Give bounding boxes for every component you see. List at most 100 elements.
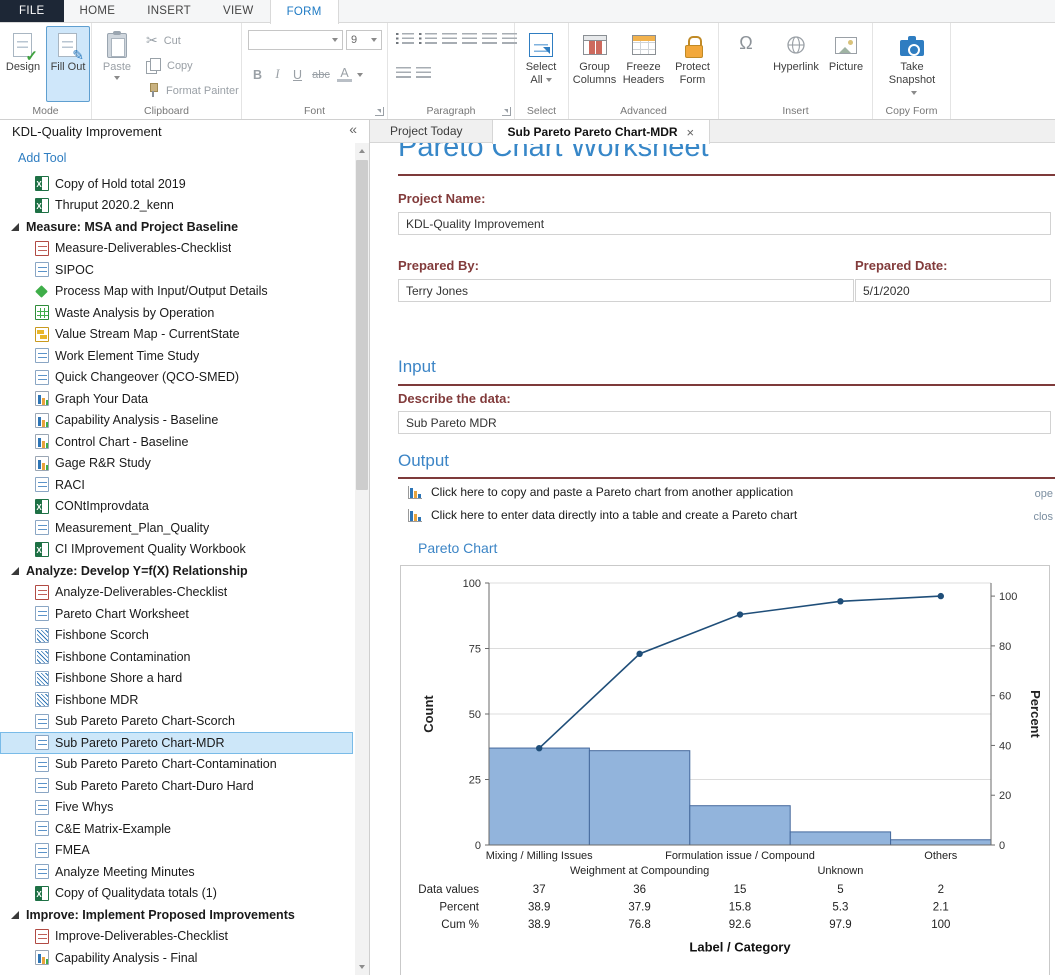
tree-item[interactable]: Five Whys <box>0 797 353 819</box>
tree-item[interactable]: Thruput 2020.2_kenn <box>0 195 353 217</box>
tree-item[interactable]: Value Stream Map - CurrentState <box>0 324 353 346</box>
tree-item[interactable]: C&E Matrix-Example <box>0 818 353 840</box>
tree-item[interactable]: Quick Changeover (QCO-SMED) <box>0 367 353 389</box>
group-label-mode: Mode <box>0 105 91 117</box>
enter-data-link[interactable]: Click here to enter data directly into a… <box>408 508 797 522</box>
form-area: Pareto Chart Worksheet Project Name: Pre… <box>370 143 1055 975</box>
tree-item[interactable]: Capability Analysis - Final <box>0 947 353 969</box>
tab-home[interactable]: HOME <box>64 0 132 22</box>
tree-section-header[interactable]: Measure: MSA and Project Baseline <box>0 216 353 238</box>
tree-item[interactable]: Fishbone MDR <box>0 689 353 711</box>
tree-item[interactable]: Graph Your Data <box>0 388 353 410</box>
scroll-up-button[interactable] <box>355 143 369 159</box>
select-all-button[interactable]: Select All <box>518 26 564 102</box>
expand-triangle-icon[interactable] <box>11 567 19 575</box>
format-painter-button[interactable]: Format Painter <box>144 78 239 103</box>
tree-item[interactable]: Fishbone Shore a hard <box>0 668 353 690</box>
copy-button[interactable]: Copy <box>144 53 239 78</box>
align-right-icon[interactable] <box>482 33 497 45</box>
tree-item[interactable]: Analyze-Deliverables-Checklist <box>0 582 353 604</box>
bold-button[interactable]: B <box>250 68 265 82</box>
bullet-list-icon[interactable] <box>396 33 414 45</box>
tree-item[interactable]: Sub Pareto Pareto Chart-Scorch <box>0 711 353 733</box>
close-tab-icon[interactable]: × <box>687 125 695 140</box>
collapse-sidebar-button[interactable]: « <box>349 121 357 137</box>
describe-data-input[interactable] <box>398 411 1051 434</box>
tree-section-header[interactable]: Analyze: Develop Y=f(X) Relationship <box>0 560 353 582</box>
numbered-list-icon[interactable] <box>419 33 437 45</box>
tree-item[interactable]: Fishbone Scorch <box>0 625 353 647</box>
align-left-icon[interactable] <box>442 33 457 45</box>
font-size-select[interactable]: 9 <box>346 30 382 50</box>
project-name-input[interactable] <box>398 212 1051 235</box>
expand-triangle-icon[interactable] <box>11 911 19 919</box>
tree-item[interactable]: Sub Pareto Pareto Chart-Contamination <box>0 754 353 776</box>
cut-button[interactable]: Cut <box>144 28 239 53</box>
fill-out-button[interactable]: Fill Out <box>46 26 90 102</box>
symbol-button[interactable] <box>723 26 769 102</box>
tree-item[interactable]: Control Chart - Baseline <box>0 431 353 453</box>
group-label-select: Select <box>515 105 568 117</box>
picture-button[interactable]: Picture <box>823 26 869 102</box>
paste-button[interactable]: Paste <box>96 26 138 102</box>
excel-icon <box>35 499 49 514</box>
document-tab-bar: Project Today Sub Pareto Pareto Chart-MD… <box>370 120 1055 143</box>
tree-item[interactable]: Copy of Hold total 2019 <box>0 173 353 195</box>
freeze-headers-button[interactable]: Freeze Headers <box>620 26 667 102</box>
underline-button[interactable]: U <box>290 68 305 82</box>
tree-item[interactable]: Improve-Deliverables-Checklist <box>0 926 353 948</box>
tree-item[interactable]: Sub Pareto Pareto Chart-Duro Hard <box>0 775 353 797</box>
tree-item[interactable]: Process Map with Input/Output Details <box>0 281 353 303</box>
doc-tab-project-today[interactable]: Project Today <box>375 120 478 142</box>
tree-item[interactable]: Measurement_Plan_Quality <box>0 517 353 539</box>
ribbon-group-font: 9 B I U abc A Font <box>242 23 388 119</box>
ribbon-group-clipboard: Paste Cut Copy Format Painter Clipboard <box>92 23 242 119</box>
add-tool-link[interactable]: Add Tool <box>0 143 369 170</box>
take-snapshot-button[interactable]: Take Snapshot <box>885 26 939 102</box>
decrease-indent-icon[interactable] <box>396 67 411 79</box>
expand-triangle-icon[interactable] <box>11 223 19 231</box>
tab-view[interactable]: VIEW <box>207 0 270 22</box>
tree-item[interactable]: Gage R&R Study <box>0 453 353 475</box>
tab-insert[interactable]: INSERT <box>131 0 207 22</box>
tree-item[interactable]: CONtImprovdata <box>0 496 353 518</box>
group-columns-button[interactable]: Group Columns <box>571 26 618 102</box>
scroll-down-button[interactable] <box>355 959 369 975</box>
design-button[interactable]: Design <box>1 26 45 102</box>
align-center-icon[interactable] <box>462 33 477 45</box>
tree-item-label: FMEA <box>55 843 90 857</box>
tree-item[interactable]: SIPOC <box>0 259 353 281</box>
tree-item[interactable]: Fishbone Contamination <box>0 646 353 668</box>
increase-indent-icon[interactable] <box>416 67 431 79</box>
prepared-date-input[interactable] <box>855 279 1051 302</box>
font-color-button[interactable]: A <box>337 67 352 82</box>
font-family-select[interactable] <box>248 30 343 50</box>
tab-file[interactable]: FILE <box>0 0 64 22</box>
italic-button[interactable]: I <box>270 67 285 82</box>
scrollbar-thumb[interactable] <box>356 160 368 490</box>
tab-form[interactable]: FORM <box>270 0 339 24</box>
hyperlink-button[interactable]: Hyperlink <box>773 26 819 102</box>
prepared-by-input[interactable] <box>398 279 854 302</box>
tree-item[interactable]: Sub Pareto Pareto Chart-MDR <box>0 732 353 754</box>
tree-item[interactable]: FMEA <box>0 840 353 862</box>
tree-item[interactable]: Waste Analysis by Operation <box>0 302 353 324</box>
protect-form-button[interactable]: Protect Form <box>669 26 716 102</box>
tree-item[interactable]: Capability Analysis - Baseline <box>0 410 353 432</box>
tree-item[interactable]: RACI <box>0 474 353 496</box>
fill-out-icon <box>56 32 80 58</box>
tree-section-header[interactable]: Improve: Implement Proposed Improvements <box>0 904 353 926</box>
tree-item[interactable]: Analyze Meeting Minutes <box>0 861 353 883</box>
strikethrough-button[interactable]: abc <box>310 69 332 81</box>
main-row: KDL-Quality Improvement « Add Tool Copy … <box>0 120 1055 975</box>
tree-item[interactable]: Pareto Chart Worksheet <box>0 603 353 625</box>
tree-item[interactable]: Measure-Deliverables-Checklist <box>0 238 353 260</box>
tree-item[interactable]: CI IMprovement Quality Workbook <box>0 539 353 561</box>
tree-item[interactable]: Copy of Qualitydata totals (1) <box>0 883 353 905</box>
doc-tab-sub-pareto-mdr[interactable]: Sub Pareto Pareto Chart-MDR × <box>492 120 711 144</box>
ribbon-group-insert: Hyperlink Picture Insert <box>719 23 873 119</box>
copy-paste-pareto-link[interactable]: Click here to copy and paste a Pareto ch… <box>408 485 793 499</box>
sidebar-scrollbar[interactable] <box>355 143 369 975</box>
right-tick-label: 0 <box>999 840 1005 852</box>
tree-item[interactable]: Work Element Time Study <box>0 345 353 367</box>
